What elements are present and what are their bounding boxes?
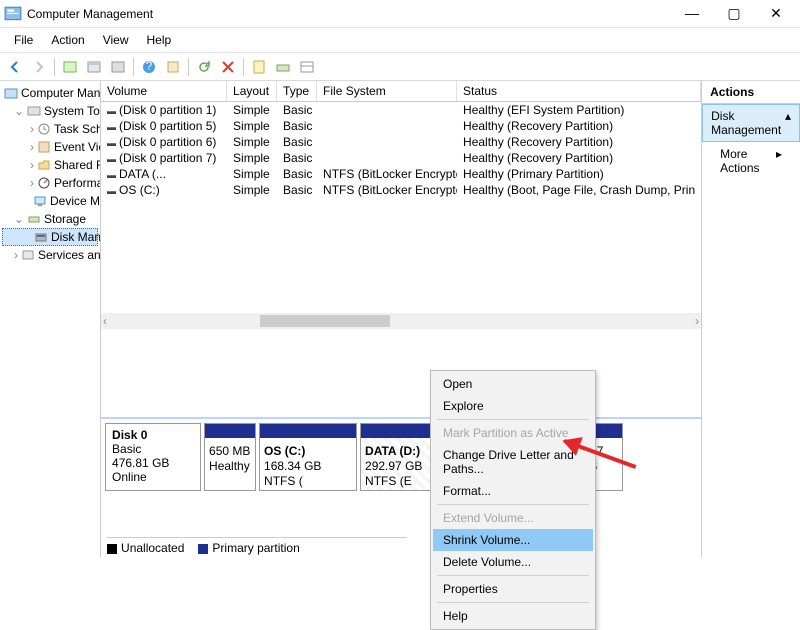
disk-map: Disk 0 Basic 476.81 GB Online 650 MBHeal… [101, 417, 701, 557]
tb-icon-f[interactable] [272, 56, 294, 78]
menu-file[interactable]: File [6, 31, 41, 49]
tree-services-apps[interactable]: ›Services and Applications [2, 246, 98, 264]
tree-event-viewer[interactable]: ›Event Viewer [2, 138, 98, 156]
table-row[interactable]: (Disk 0 partition 7)SimpleBasicHealthy (… [101, 150, 701, 166]
col-type[interactable]: Type [277, 81, 317, 101]
legend-unallocated-swatch [107, 544, 117, 554]
tb-icon-c[interactable] [107, 56, 129, 78]
center-pane: Volume Layout Type File System Status (D… [101, 81, 702, 557]
tree-storage[interactable]: ⌄Storage [2, 210, 98, 228]
disk-size: 476.81 GB [112, 456, 194, 470]
table-row[interactable]: (Disk 0 partition 1)SimpleBasicHealthy (… [101, 102, 701, 118]
close-button[interactable]: ✕ [762, 5, 790, 22]
disk-type: Basic [112, 442, 194, 456]
app-icon [4, 5, 22, 23]
ctx-open[interactable]: Open [433, 373, 593, 395]
tb-icon-e[interactable] [248, 56, 270, 78]
minimize-button[interactable]: — [678, 5, 706, 22]
partition[interactable]: OS (C:)168.34 GB NTFS (Healthy (Boot, Pa [259, 423, 357, 491]
title-bar: Computer Management — ▢ ✕ [0, 0, 800, 28]
tree-system-tools[interactable]: ⌄System Tools [2, 102, 98, 120]
toolbar: ? [0, 53, 800, 81]
actions-pane: Actions Disk Management▴ More Actions▸ [702, 81, 800, 557]
h-scrollbar[interactable]: ‹› [101, 313, 701, 329]
disk-header[interactable]: Disk 0 Basic 476.81 GB Online [105, 423, 201, 491]
table-row[interactable]: (Disk 0 partition 6)SimpleBasicHealthy (… [101, 134, 701, 150]
actions-disk-mgmt[interactable]: Disk Management▴ [702, 104, 800, 142]
col-filesystem[interactable]: File System [317, 81, 457, 101]
ctx-format[interactable]: Format... [433, 480, 593, 502]
back-button[interactable] [4, 56, 26, 78]
table-row[interactable]: OS (C:)SimpleBasicNTFS (BitLocker Encryp… [101, 182, 701, 198]
menu-bar: File Action View Help [0, 28, 800, 53]
window-title: Computer Management [27, 7, 678, 21]
partition[interactable]: 650 MBHealthy [204, 423, 256, 491]
disk-name: Disk 0 [112, 428, 194, 442]
collapse-icon: ▴ [785, 109, 791, 137]
ctx-shrink[interactable]: Shrink Volume... [433, 529, 593, 551]
help-icon[interactable]: ? [138, 56, 160, 78]
context-menu: Open Explore Mark Partition as Active Ch… [430, 370, 596, 630]
grid-header[interactable]: Volume Layout Type File System Status [101, 81, 701, 102]
legend: Unallocated Primary partition [107, 537, 407, 555]
ctx-properties[interactable]: Properties [433, 578, 593, 600]
forward-button[interactable] [28, 56, 50, 78]
tree-performance[interactable]: ›Performance [2, 174, 98, 192]
tree-task-scheduler[interactable]: ›Task Scheduler [2, 120, 98, 138]
tb-icon-a[interactable] [59, 56, 81, 78]
refresh-icon[interactable] [193, 56, 215, 78]
volume-grid[interactable]: Volume Layout Type File System Status (D… [101, 81, 701, 417]
col-layout[interactable]: Layout [227, 81, 277, 101]
tree-disk-management[interactable]: Disk Management [2, 228, 98, 246]
col-status[interactable]: Status [457, 81, 701, 101]
tree-pane[interactable]: Computer Management (Local) ⌄System Tool… [0, 81, 101, 557]
tb-icon-d[interactable] [162, 56, 184, 78]
ctx-extend: Extend Volume... [433, 507, 593, 529]
delete-icon[interactable] [217, 56, 239, 78]
tree-root[interactable]: Computer Management (Local) [2, 84, 98, 102]
col-volume[interactable]: Volume [101, 81, 227, 101]
actions-more[interactable]: More Actions▸ [702, 142, 800, 180]
actions-header: Actions [702, 81, 800, 104]
chevron-right-icon: ▸ [776, 147, 782, 175]
tree-device-manager[interactable]: Device Manager [2, 192, 98, 210]
tree-shared-folders[interactable]: ›Shared Folders [2, 156, 98, 174]
disk-status: Online [112, 470, 194, 484]
tb-icon-b[interactable] [83, 56, 105, 78]
tb-icon-g[interactable] [296, 56, 318, 78]
menu-view[interactable]: View [95, 31, 137, 49]
table-row[interactable]: DATA (...SimpleBasicNTFS (BitLocker Encr… [101, 166, 701, 182]
ctx-help[interactable]: Help [433, 605, 593, 627]
menu-help[interactable]: Help [139, 31, 180, 49]
ctx-explore[interactable]: Explore [433, 395, 593, 417]
maximize-button[interactable]: ▢ [720, 5, 748, 22]
menu-action[interactable]: Action [43, 31, 92, 49]
table-row[interactable]: (Disk 0 partition 5)SimpleBasicHealthy (… [101, 118, 701, 134]
svg-text:?: ? [146, 59, 153, 73]
legend-primary-swatch [198, 544, 208, 554]
